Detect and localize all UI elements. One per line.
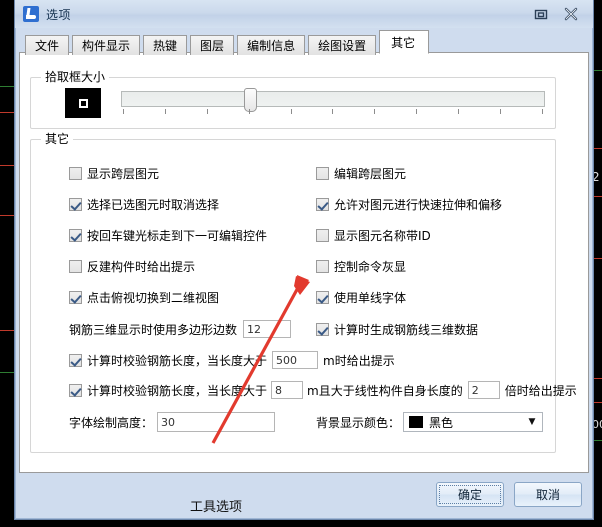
checkbox-label: 点击俯视切换到二维视图 — [87, 291, 220, 305]
row-check-rebar-length-1[interactable]: 计算时校验钢筋长度，当长度大于 m时给出提示 — [69, 351, 395, 369]
checkbox-row-generate-3d-rebar-data[interactable]: 计算时生成钢筋线三维数据 — [316, 321, 478, 338]
check-length-2-label-after: 倍时给出提示 — [504, 383, 577, 398]
checkbox-row-top-view-to-2d[interactable]: 点击俯视切换到二维视图 — [69, 289, 219, 306]
checkbox-row-deselect-on-reselect[interactable]: 选择已选图元时取消选择 — [69, 196, 219, 213]
tab-label: 其它 — [391, 35, 416, 50]
checkbox-row-show-cross-layer-elements[interactable]: 显示跨层图元 — [69, 165, 159, 182]
checkbox-row-edit-cross-layer-elements[interactable]: 编辑跨层图元 — [316, 165, 406, 182]
cancel-button-label: 取消 — [535, 488, 560, 502]
slider-ticks — [123, 109, 543, 116]
checkbox-label: 编辑跨层图元 — [334, 167, 407, 181]
dialog-content: 文件 构件显示 热键 图层 编制信息 绘图设置 其它 拾取框大小 其它 显示跨层… — [19, 30, 589, 515]
checkbox-allow-quick-stretch-offset[interactable] — [316, 198, 329, 211]
checkbox-row-gray-out-commands[interactable]: 控制命令灰显 — [316, 258, 406, 275]
tab-strip: 文件 构件显示 热键 图层 编制信息 绘图设置 其它 — [19, 30, 589, 55]
pick-box-preview — [65, 88, 101, 118]
background-color-value: 黑色 — [429, 415, 454, 430]
checkbox-label: 允许对图元进行快速拉伸和偏移 — [334, 198, 503, 212]
tab-file[interactable]: 文件 — [25, 35, 70, 55]
group-title-pick-box: 拾取框大小 — [41, 70, 110, 84]
checkbox-top-view-to-2d[interactable] — [69, 291, 82, 304]
checkbox-row-use-single-line-font[interactable]: 使用单线字体 — [316, 289, 406, 306]
app-logo-icon — [23, 6, 39, 22]
background-color-combobox[interactable]: 黑色 ▼ — [403, 412, 544, 432]
group-pick-box-size: 拾取框大小 — [30, 70, 556, 129]
checkbox-label: 使用单线字体 — [334, 291, 407, 305]
options-dialog: 选项 文件 构件显示 热键 图层 编制信息 绘图设置 其它 拾取框大小 其它 显… — [14, 0, 594, 520]
checkbox-generate-3d-rebar-data[interactable] — [316, 323, 329, 336]
check-length-2-input-length[interactable] — [271, 381, 304, 399]
checkbox-show-cross-layer-elements[interactable] — [69, 167, 82, 180]
checkbox-check-rebar-length-2[interactable] — [69, 383, 82, 397]
window-title: 选项 — [46, 7, 72, 22]
checkbox-row-prompt-on-rebuild[interactable]: 反建构件时给出提示 — [69, 258, 195, 275]
checkbox-label: 反建构件时给出提示 — [87, 260, 196, 274]
checkbox-check-rebar-length-1[interactable] — [69, 353, 82, 367]
cancel-button[interactable]: 取消 — [514, 482, 582, 507]
polygon-sides-label: 钢筋三维显示时使用多边形边数 — [69, 322, 238, 337]
checkbox-row-enter-moves-to-next-field[interactable]: 按回车键光标走到下一可编辑控件 — [69, 227, 267, 244]
tab-label: 编制信息 — [247, 39, 296, 53]
group-title-other: 其它 — [41, 132, 74, 146]
polygon-sides-input[interactable] — [243, 320, 292, 338]
checkbox-show-element-name-with-id[interactable] — [316, 229, 329, 242]
checkbox-label: 选择已选图元时取消选择 — [87, 198, 220, 212]
tab-other[interactable]: 其它 — [379, 30, 430, 54]
check-length-2-input-multiple[interactable] — [467, 381, 500, 399]
tab-hotkeys[interactable]: 热键 — [143, 35, 188, 55]
dialog-footer: 确定 取消 — [15, 473, 593, 519]
checkbox-deselect-on-reselect[interactable] — [69, 198, 82, 211]
group-other: 其它 显示跨层图元 选择已选图元时取消选择 按回车键光标走到下一可编辑控件 反建… — [30, 132, 577, 453]
ok-button[interactable]: 确定 — [436, 482, 504, 507]
tab-drawing-settings[interactable]: 绘图设置 — [308, 35, 377, 55]
chevron-down-icon[interactable]: ▼ — [524, 417, 540, 427]
checkbox-prompt-on-rebuild[interactable] — [69, 260, 82, 273]
ok-button-label: 确定 — [439, 485, 501, 504]
checkbox-row-allow-quick-stretch-offset[interactable]: 允许对图元进行快速拉伸和偏移 — [316, 196, 502, 213]
check-length-1-label-after: m时给出提示 — [323, 353, 395, 368]
tab-panel-other: 拾取框大小 其它 显示跨层图元 选择已选图元时取消选择 按回车键光标走到下一可编… — [19, 52, 589, 515]
window-controls — [533, 6, 589, 22]
checkbox-use-single-line-font[interactable] — [316, 291, 329, 304]
background-color-label: 背景显示颜色： — [316, 415, 401, 430]
tab-compile-info[interactable]: 编制信息 — [237, 35, 306, 55]
checkbox-label: 显示跨层图元 — [87, 167, 160, 181]
check-length-2-label-mid: m且大于线性构件自身长度的 — [307, 383, 463, 398]
checkbox-gray-out-commands[interactable] — [316, 260, 329, 273]
checkbox-label: 控制命令灰显 — [334, 260, 407, 274]
title-bar: 选项 — [15, 0, 593, 28]
check-length-1-input[interactable] — [272, 351, 319, 369]
pick-box-slider[interactable] — [121, 88, 545, 120]
tab-label: 绘图设置 — [318, 39, 367, 53]
checkbox-row-show-element-name-with-id[interactable]: 显示图元名称带ID — [316, 227, 431, 244]
restore-window-button[interactable] — [533, 6, 549, 22]
slider-track[interactable] — [121, 91, 545, 107]
tab-label: 文件 — [35, 39, 60, 53]
tab-label: 构件显示 — [82, 39, 131, 53]
screen: 00 2 选项 — [0, 0, 602, 527]
checkbox-enter-moves-to-next-field[interactable] — [69, 229, 82, 242]
pick-box-preview-square — [78, 98, 88, 108]
tab-label: 热键 — [153, 39, 178, 53]
check-length-1-label-before: 计算时校验钢筋长度，当长度大于 — [87, 353, 268, 368]
checkbox-label: 显示图元名称带ID — [334, 229, 431, 243]
row-check-rebar-length-2[interactable]: 计算时校验钢筋长度，当长度大于 m且大于线性构件自身长度的 倍时给出提示 — [69, 381, 577, 399]
row-font-height: 字体绘制高度： — [69, 412, 276, 432]
tab-label: 图层 — [200, 39, 225, 53]
checkbox-edit-cross-layer-elements[interactable] — [316, 167, 329, 180]
color-swatch-icon — [409, 416, 424, 428]
annotation-label: 工具选项 — [190, 500, 243, 515]
row-background-color: 背景显示颜色： 黑色 ▼ — [316, 412, 544, 432]
tab-component-display[interactable]: 构件显示 — [72, 35, 141, 55]
checkbox-label: 按回车键光标走到下一可编辑控件 — [87, 229, 268, 243]
check-length-2-label-before: 计算时校验钢筋长度，当长度大于 — [87, 383, 268, 398]
checkbox-label: 计算时生成钢筋线三维数据 — [334, 323, 479, 337]
font-height-label: 字体绘制高度： — [69, 415, 154, 430]
tab-layers[interactable]: 图层 — [190, 35, 235, 55]
close-window-button[interactable] — [563, 6, 579, 22]
font-height-input[interactable] — [157, 412, 276, 432]
row-polygon-sides: 钢筋三维显示时使用多边形边数 — [69, 320, 292, 338]
